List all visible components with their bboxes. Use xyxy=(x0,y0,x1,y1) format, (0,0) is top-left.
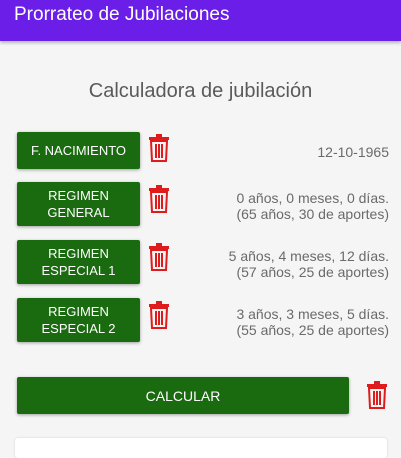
birth-date-value: 12-10-1965 xyxy=(317,144,389,160)
regimen-general-label-1: REGIMEN xyxy=(48,188,109,203)
regimen-especial-2-value: 3 años, 3 meses, 5 días. (55 años, 25 de… xyxy=(236,306,389,338)
delete-regimen-especial-1-trash-icon[interactable] xyxy=(148,243,170,271)
regimen-general-button[interactable]: REGIMEN GENERAL xyxy=(17,182,140,226)
regimen-especial-2-requirement: (55 años, 25 de aportes) xyxy=(236,322,389,338)
regimen-general-label-2: GENERAL xyxy=(47,205,110,220)
regimen-especial-1-requirement: (57 años, 25 de aportes) xyxy=(236,264,389,280)
regimen-especial-2-label-1: REGIMEN xyxy=(48,304,109,319)
delete-regimen-especial-2-trash-icon[interactable] xyxy=(148,301,170,329)
regimen-especial-1-label-2: ESPECIAL 1 xyxy=(41,263,116,278)
regimen-general-duration: 0 años, 0 meses, 0 días. xyxy=(236,190,389,206)
birth-date-button[interactable]: F. NACIMIENTO xyxy=(17,132,140,169)
calculate-button-label: CALCULAR xyxy=(145,387,221,404)
regimen-general-requirement: (65 años, 30 de aportes) xyxy=(236,206,389,222)
birth-date-button-label: F. NACIMIENTO xyxy=(30,143,127,158)
result-card xyxy=(15,438,387,458)
regimen-especial-1-value: 5 años, 4 meses, 12 días. (57 años, 25 d… xyxy=(229,248,389,280)
delete-birth-date-trash-icon[interactable] xyxy=(148,134,170,162)
calculate-button[interactable]: CALCULAR xyxy=(17,377,349,414)
app-title: Prorrateo de Jubilaciones xyxy=(14,4,230,25)
regimen-especial-2-button[interactable]: REGIMEN ESPECIAL 2 xyxy=(17,298,140,342)
birth-date-text: 12-10-1965 xyxy=(317,144,389,160)
regimen-general-value: 0 años, 0 meses, 0 días. (65 años, 30 de… xyxy=(236,190,389,222)
regimen-especial-1-label-1: REGIMEN xyxy=(48,246,109,261)
clear-all-trash-icon[interactable] xyxy=(366,381,388,409)
regimen-especial-1-duration: 5 años, 4 meses, 12 días. xyxy=(228,248,389,264)
regimen-especial-2-duration: 3 años, 3 meses, 5 días. xyxy=(236,306,389,322)
delete-regimen-general-trash-icon[interactable] xyxy=(148,185,170,213)
page-title: Calculadora de jubilación xyxy=(88,80,313,102)
regimen-especial-1-button[interactable]: REGIMEN ESPECIAL 1 xyxy=(17,240,140,284)
regimen-especial-2-label-2: ESPECIAL 2 xyxy=(41,321,116,336)
app-bar: Prorrateo de Jubilaciones xyxy=(0,0,401,41)
